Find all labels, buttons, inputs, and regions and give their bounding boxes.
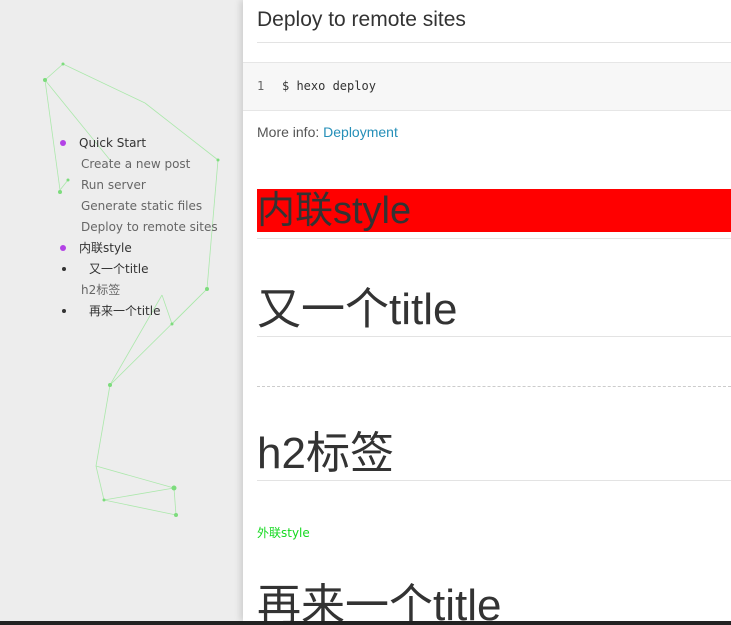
toc-item-run-server[interactable]: Run server [81,177,146,193]
toc-item-another-title[interactable]: 又一个title [89,261,148,277]
more-info-label: More info: [257,124,320,140]
another-title-heading: 又一个title [257,284,731,337]
h2-tag-heading: h2标签 [257,428,731,481]
heading-underline [257,238,731,239]
toc-bullet-icon [62,309,66,313]
toc-item-deploy-remote[interactable]: Deploy to remote sites [81,219,218,235]
toc-bullet-icon [60,245,66,251]
inline-style-heading: 内联style [257,189,731,232]
toc-bullet-icon [62,267,66,271]
toc-item-h2-tag[interactable]: h2标签 [81,282,120,298]
code-block: 1 $ hexo deploy [243,62,731,111]
external-style-text: 外联style [257,526,310,540]
code-line-number: 1 [257,79,265,93]
horizontal-rule [257,386,731,387]
code-line: $ hexo deploy [282,79,376,93]
toc-item-again-title[interactable]: 再来一个title [89,303,160,319]
section-heading-deploy: Deploy to remote sites [257,6,731,43]
toc-item-inline-style[interactable]: 内联style [79,240,132,256]
toc-item-create-post[interactable]: Create a new post [81,156,190,172]
toc-item-quick-start[interactable]: Quick Start [79,135,146,151]
toc-bullet-icon [60,140,66,146]
sidebar-toc-panel: Quick Start Create a new post Run server… [0,0,243,621]
toc-item-generate-static[interactable]: Generate static files [81,198,202,214]
window-bottom-edge [0,621,731,625]
more-info-paragraph: More info: Deployment [257,124,398,140]
again-title-heading: 再来一个title [257,581,502,621]
article-content: Deploy to remote sites 1 $ hexo deploy M… [243,0,731,621]
deployment-link[interactable]: Deployment [323,124,398,140]
